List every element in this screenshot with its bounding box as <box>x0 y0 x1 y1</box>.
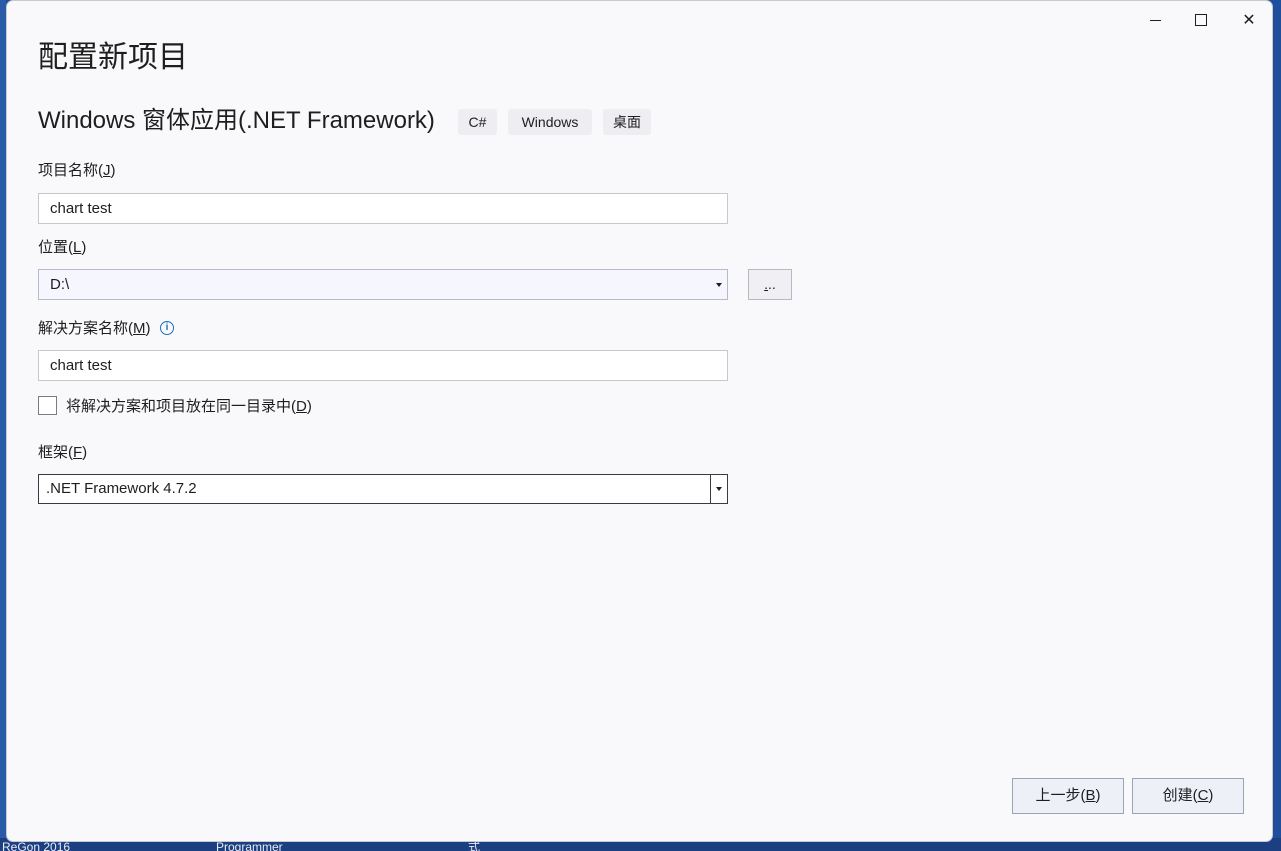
location-combobox[interactable]: D:\ <box>38 269 728 300</box>
same-directory-checkbox[interactable] <box>38 396 57 415</box>
project-name-label: 项目名称(J) <box>38 162 116 179</box>
back-button[interactable]: 上一步(B) <box>1012 778 1124 814</box>
desktop-item[interactable]: 式 <box>468 841 480 851</box>
framework-label: 框架(F) <box>38 444 88 461</box>
chevron-down-icon <box>716 282 722 287</box>
desktop-item[interactable]: Programmer <box>216 841 283 851</box>
framework-select[interactable]: .NET Framework 4.7.2 <box>38 474 728 504</box>
location-value: D:\ <box>50 276 70 293</box>
configure-project-dialog: ✕ 配置新项目 Windows 窗体应用(.NET Framework) C# … <box>6 0 1273 842</box>
info-icon[interactable]: i <box>160 321 174 335</box>
page-title: 配置新项目 <box>38 41 188 74</box>
same-directory-label[interactable]: 将解决方案和项目放在同一目录中(D) <box>66 397 312 417</box>
tag-csharp: C# <box>458 109 497 135</box>
tag-windows: Windows <box>508 109 592 135</box>
location-label: 位置(L) <box>38 239 87 256</box>
location-dropdown-toggle[interactable] <box>711 270 727 299</box>
minimize-button[interactable] <box>1132 5 1178 35</box>
solution-name-label: 解决方案名称(M) <box>38 320 151 337</box>
browse-button[interactable]: ... <box>748 269 792 300</box>
desktop-item[interactable]: ReGon 2016 <box>2 841 70 851</box>
maximize-button[interactable] <box>1178 5 1224 35</box>
project-name-input[interactable]: chart test <box>38 193 728 224</box>
framework-dropdown-toggle[interactable] <box>710 475 727 503</box>
close-icon: ✕ <box>1242 12 1256 29</box>
framework-value: .NET Framework 4.7.2 <box>46 480 197 497</box>
minimize-icon <box>1149 19 1161 21</box>
template-name: Windows 窗体应用(.NET Framework) <box>38 107 435 134</box>
maximize-icon <box>1195 14 1207 26</box>
close-button[interactable]: ✕ <box>1226 5 1272 35</box>
create-button[interactable]: 创建(C) <box>1132 778 1244 814</box>
chevron-down-icon <box>716 487 722 491</box>
solution-name-input[interactable]: chart test <box>38 350 728 381</box>
tag-desktop: 桌面 <box>603 109 651 135</box>
